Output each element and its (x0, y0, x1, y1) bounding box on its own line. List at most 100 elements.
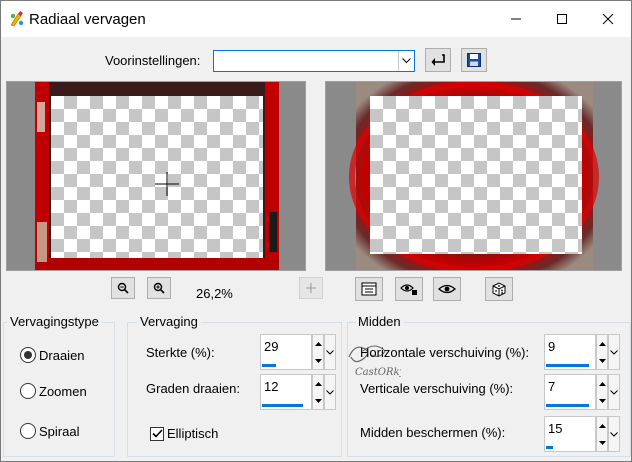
caret-down-icon (598, 358, 606, 363)
elliptical-label: Elliptisch (167, 426, 219, 441)
caret-up-icon (314, 341, 322, 346)
blur-type-title: Vervagingstype (7, 314, 102, 329)
protect-up-button[interactable] (597, 417, 607, 434)
caret-down-icon (314, 358, 322, 363)
minimize-button[interactable] (493, 1, 539, 37)
strength-slider-dropdown[interactable] (324, 334, 336, 370)
zoom-out-icon (117, 282, 129, 294)
proof-button[interactable] (433, 277, 461, 301)
degrees-label: Graden draaien: (146, 381, 240, 396)
chevron-down-icon (326, 389, 334, 395)
degrees-up-button[interactable] (313, 375, 323, 392)
presets-dropdown[interactable] (213, 50, 415, 72)
degrees-input[interactable]: 12 (260, 374, 312, 410)
protect-center-spinbox[interactable]: 15 (544, 416, 620, 452)
presets-dropdown-arrow[interactable] (398, 51, 414, 71)
undo-arrow-icon (431, 54, 445, 66)
result-transparent-area (370, 96, 582, 254)
protect-slider-dropdown[interactable] (608, 416, 620, 452)
maximize-icon (557, 14, 567, 24)
strength-spinbox[interactable]: 29 (260, 334, 336, 370)
degrees-spinbox[interactable]: 12 (260, 374, 336, 410)
strength-up-button[interactable] (313, 335, 323, 352)
chevron-down-icon (610, 389, 618, 395)
title-bar: Radiaal vervagen (1, 1, 631, 37)
degrees-stepper[interactable] (312, 374, 324, 410)
blur-group: Vervaging Sterkte (%): 29 Graden draaien… (127, 314, 342, 457)
horizontal-offset-input[interactable]: 9 (544, 334, 596, 370)
protect-down-button[interactable] (597, 434, 607, 451)
horizontal-offset-level-bar (546, 364, 589, 367)
vertical-slider-dropdown[interactable] (608, 374, 620, 410)
vertical-offset-stepper[interactable] (596, 374, 608, 410)
zoom-out-button[interactable] (111, 277, 135, 299)
maximize-button[interactable] (539, 1, 585, 37)
radio-spiraal[interactable]: Spiraal (20, 423, 79, 439)
strength-label: Sterkte (%): (146, 345, 215, 360)
show-preview-button[interactable] (355, 277, 383, 301)
radio-circle (20, 383, 36, 399)
checkmark-icon (151, 429, 163, 438)
close-button[interactable] (585, 1, 631, 37)
eye-lock-icon (400, 284, 417, 295)
pan-button[interactable] (299, 277, 323, 299)
radio-draaien-label: Draaien (39, 347, 85, 363)
caret-up-icon (598, 341, 606, 346)
paintshop-app-icon (10, 11, 24, 27)
checkbox-box (150, 426, 164, 441)
watermark-text: CastORky (355, 367, 401, 378)
caret-up-icon (314, 381, 322, 386)
pan-move-icon (306, 283, 316, 293)
vertical-up-button[interactable] (597, 375, 607, 392)
horizontal-offset-value: 9 (548, 339, 556, 354)
strength-down-button[interactable] (313, 352, 323, 369)
auto-proof-button[interactable] (395, 277, 423, 301)
vertical-down-button[interactable] (597, 392, 607, 409)
elliptical-checkbox[interactable]: Elliptisch (150, 426, 218, 441)
horizontal-slider-dropdown[interactable] (608, 334, 620, 370)
radio-draaien[interactable]: Draaien (20, 347, 85, 363)
result-preview (325, 81, 622, 271)
degrees-down-button[interactable] (313, 392, 323, 409)
save-preset-button[interactable] (461, 48, 487, 72)
radio-selected-dot (24, 351, 32, 359)
horizontal-offset-spinbox[interactable]: 9 (544, 334, 620, 370)
save-disk-icon (467, 53, 481, 67)
horizontal-up-button[interactable] (597, 335, 607, 352)
strength-input[interactable]: 29 (260, 334, 312, 370)
preview-window-icon (361, 282, 377, 296)
degrees-slider-dropdown[interactable] (324, 374, 336, 410)
protect-center-input[interactable]: 15 (544, 416, 596, 452)
radio-zoomen-label: Zoomen (39, 383, 87, 399)
caret-down-icon (598, 398, 606, 403)
caret-down-icon (314, 398, 322, 403)
vertical-offset-input[interactable]: 7 (544, 374, 596, 410)
chevron-down-icon (402, 58, 411, 64)
strength-level-bar (262, 364, 276, 367)
window-title: Radiaal vervagen (29, 11, 146, 28)
crosshair-icon[interactable] (152, 169, 182, 199)
caret-up-icon (598, 381, 606, 386)
horizontal-offset-stepper[interactable] (596, 334, 608, 370)
reset-preset-button[interactable] (425, 48, 451, 72)
randomize-button[interactable] (485, 277, 513, 301)
center-title: Midden (355, 314, 404, 329)
blur-type-group: Vervagingstype Draaien Zoomen Spiraal (3, 314, 115, 457)
vertical-offset-level-bar (546, 404, 589, 407)
radio-circle (20, 347, 36, 363)
caret-down-icon (598, 440, 606, 445)
zoom-in-button[interactable] (147, 277, 171, 299)
degrees-value: 12 (264, 379, 279, 394)
protect-center-label: Midden beschermen (%): (360, 425, 506, 440)
radio-circle (20, 423, 36, 439)
vertical-offset-spinbox[interactable]: 7 (544, 374, 620, 410)
vertical-offset-label: Verticale verschuiving (%): (360, 381, 514, 396)
radio-zoomen[interactable]: Zoomen (20, 383, 87, 399)
strength-stepper[interactable] (312, 334, 324, 370)
protect-center-stepper[interactable] (596, 416, 608, 452)
original-preview[interactable] (6, 81, 306, 271)
vertical-offset-value: 7 (548, 379, 556, 394)
caret-up-icon (598, 423, 606, 428)
horizontal-down-button[interactable] (597, 352, 607, 369)
castorky-watermark: CastORky (348, 345, 401, 378)
